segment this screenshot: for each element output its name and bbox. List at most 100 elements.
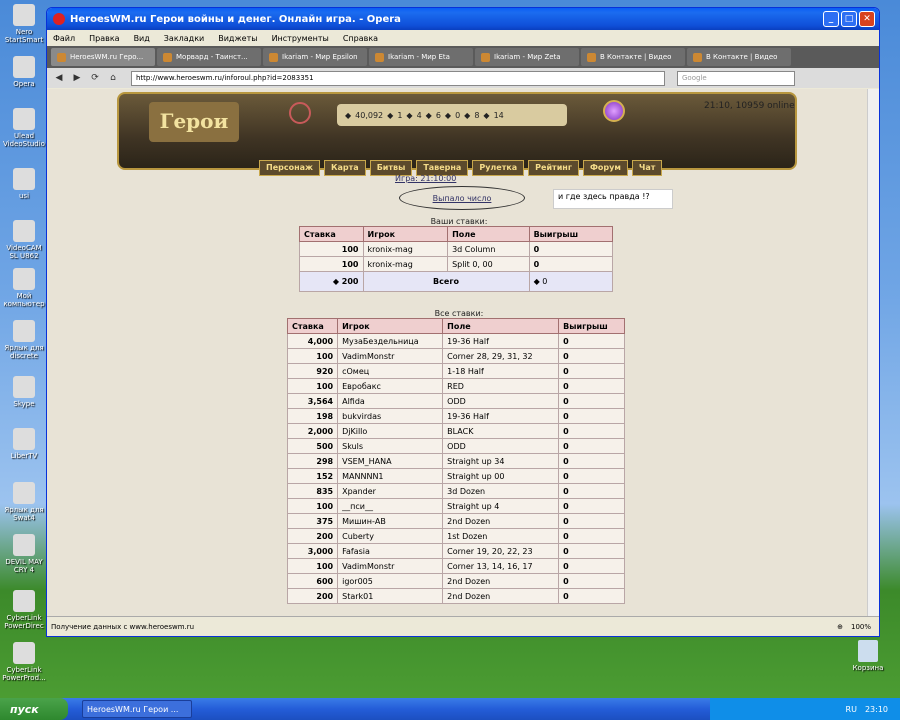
app-icon — [13, 482, 35, 504]
player-name[interactable]: bukvirdas — [337, 408, 444, 424]
player-name[interactable]: Alfida — [337, 393, 444, 409]
desktop-icon[interactable]: CyberLink PowerProd... — [2, 642, 46, 682]
desktop-icon[interactable]: Nero StartSmart — [2, 4, 46, 44]
desktop-icon[interactable]: CyberLink PowerDirec — [2, 590, 46, 630]
menu-item[interactable]: Файл — [53, 34, 75, 43]
table-row: 200 Stark01 2nd Dozen 0 — [286, 588, 625, 604]
zoom-level[interactable]: 100% — [851, 623, 871, 631]
search-input[interactable]: Google — [677, 70, 795, 86]
recycle-bin[interactable]: Корзина — [850, 640, 886, 672]
desktop-icon[interactable]: LiberTV — [2, 428, 46, 460]
your-bets-table: Ставка Игрок Поле Выигрыш 100 kronix-mag 3d Co… — [299, 226, 614, 292]
table-row: 152 MANNNN1 Straight up 00 0 — [286, 468, 625, 484]
game-nav-item[interactable]: Рулетка — [472, 160, 525, 176]
forward-icon[interactable]: ▶ — [71, 73, 83, 83]
table-header: Выигрыш — [528, 226, 614, 242]
bet-amount: 375 — [286, 513, 339, 529]
total-stake: ◆ 200 — [299, 271, 364, 292]
browser-tab[interactable]: В Контакте | Видео — [581, 48, 685, 66]
menu-item[interactable]: Справка — [343, 34, 378, 43]
player-name[interactable]: VSEM_HANA — [337, 453, 444, 469]
gold-icon: ◆ — [332, 277, 342, 286]
heart-icon — [289, 102, 311, 124]
app-icon — [13, 376, 35, 398]
home-icon[interactable]: ⌂ — [107, 73, 119, 83]
vertical-scrollbar[interactable] — [867, 89, 879, 617]
desktop-icon[interactable]: Opera — [2, 56, 46, 88]
desktop-icon[interactable]: Skype — [2, 376, 46, 408]
tab-favicon-icon — [693, 52, 702, 62]
menu-item[interactable]: Виджеты — [218, 34, 257, 43]
menu-item[interactable]: Закладки — [164, 34, 204, 43]
bet-amount: 100 — [299, 256, 364, 272]
player-name[interactable]: МузаБездельница — [337, 333, 444, 349]
game-logo[interactable]: Герои — [149, 102, 239, 142]
player-name[interactable]: Cuberty — [337, 528, 444, 544]
game-time-link[interactable]: Игра: 21:10:00 — [395, 174, 456, 183]
tab-favicon-icon — [481, 52, 490, 62]
table-header: Игрок — [337, 318, 444, 334]
browser-tab[interactable]: HeroesWM.ru Геро... — [51, 48, 155, 66]
desktop-icon[interactable]: VideoCAM SL U862 — [2, 220, 46, 260]
browser-tab[interactable]: В Контакте | Видео — [687, 48, 791, 66]
player-name[interactable]: igor005 — [337, 573, 444, 589]
player-name[interactable]: Евробакс — [337, 378, 444, 394]
desktop-icon[interactable]: DEVIL MAY CRY 4 — [2, 534, 46, 574]
menu-item[interactable]: Инструменты — [272, 34, 329, 43]
desktop-icon[interactable]: Ярлык для discrete — [2, 320, 46, 360]
player-name[interactable]: Xpander — [337, 483, 444, 499]
player-name[interactable]: VadimMonstr — [337, 558, 444, 574]
game-nav-item[interactable]: Рейтинг — [528, 160, 579, 176]
taskbar-item-opera[interactable]: HeroesWM.ru Герои ... — [82, 700, 192, 718]
browser-tab[interactable]: Ikariam - Мир Eta — [369, 48, 473, 66]
resource-icon: ◆ — [425, 110, 432, 120]
game-nav-item[interactable]: Чат — [631, 160, 663, 176]
app-icon — [13, 428, 35, 450]
player-name[interactable]: MANNNN1 — [337, 468, 444, 484]
total-win-value: 0 — [542, 277, 548, 286]
game-nav-item[interactable]: Персонаж — [259, 160, 320, 176]
player-name[interactable]: сОмец — [337, 363, 444, 379]
resource-icon: ◆ — [444, 110, 452, 120]
reload-icon[interactable]: ⟳ — [89, 73, 101, 83]
desktop-icon[interactable]: Мой компьютер — [2, 268, 46, 308]
menu-item[interactable]: Вид — [134, 34, 150, 43]
player-name[interactable]: Fafasia — [337, 543, 444, 559]
desktop-icon[interactable]: Ярлык для Swat4 — [2, 482, 46, 522]
player-name[interactable]: kronix-mag — [362, 256, 449, 272]
desktop-icon-label: CyberLink PowerProd... — [2, 666, 46, 682]
zoom-icon[interactable]: ⊕ — [837, 623, 843, 631]
maximize-button[interactable]: □ — [841, 11, 857, 27]
title-bar[interactable]: HeroesWM.ru Герои войны и денег. Онлайн … — [47, 8, 879, 30]
back-icon[interactable]: ◀ — [53, 73, 65, 83]
player-name[interactable]: Skuls — [337, 438, 444, 454]
resource-value: 4 — [416, 110, 422, 120]
player-name[interactable]: kronix-mag — [362, 241, 449, 257]
game-nav-item[interactable]: Форум — [583, 160, 628, 176]
desktop-icon[interactable]: Ulead VideoStudio — [2, 108, 46, 148]
browser-tab[interactable]: Ikariam - Мир Zeta — [475, 48, 579, 66]
minimize-button[interactable]: _ — [823, 11, 839, 27]
player-name[interactable]: __пси__ — [337, 498, 444, 514]
browser-tab[interactable]: Ikariam - Мир Epsilon — [263, 48, 367, 66]
player-name[interactable]: Stark01 — [337, 588, 444, 604]
outcome-link[interactable]: Выпало число — [399, 186, 525, 210]
desktop-icon[interactable]: usi — [2, 168, 46, 200]
resource-icon: ◆ — [387, 110, 394, 120]
desktop-icon-label: LiberTV — [10, 452, 38, 460]
bet-amount: 3,564 — [286, 393, 339, 409]
table-row: 2,000 DjKillo BLACK 0 — [286, 423, 625, 439]
bet-field: BLACK — [442, 423, 560, 439]
player-name[interactable]: VadimMonstr — [337, 348, 444, 364]
menu-item[interactable]: Правка — [89, 34, 119, 43]
game-nav-item[interactable]: Карта — [323, 160, 366, 176]
language-indicator[interactable]: RU — [846, 705, 857, 714]
address-bar[interactable]: http://www.heroeswm.ru/inforoul.php?id=2… — [131, 70, 665, 86]
browser-tab[interactable]: Морвард - Таинст... — [157, 48, 261, 66]
start-button[interactable]: пуск — [0, 698, 68, 720]
resource-icon: ◆ — [483, 110, 490, 120]
bet-amount: 920 — [286, 363, 339, 379]
player-name[interactable]: Мишин-АВ — [337, 513, 444, 529]
player-name[interactable]: DjKillo — [337, 423, 444, 439]
close-button[interactable]: ✕ — [859, 11, 875, 27]
